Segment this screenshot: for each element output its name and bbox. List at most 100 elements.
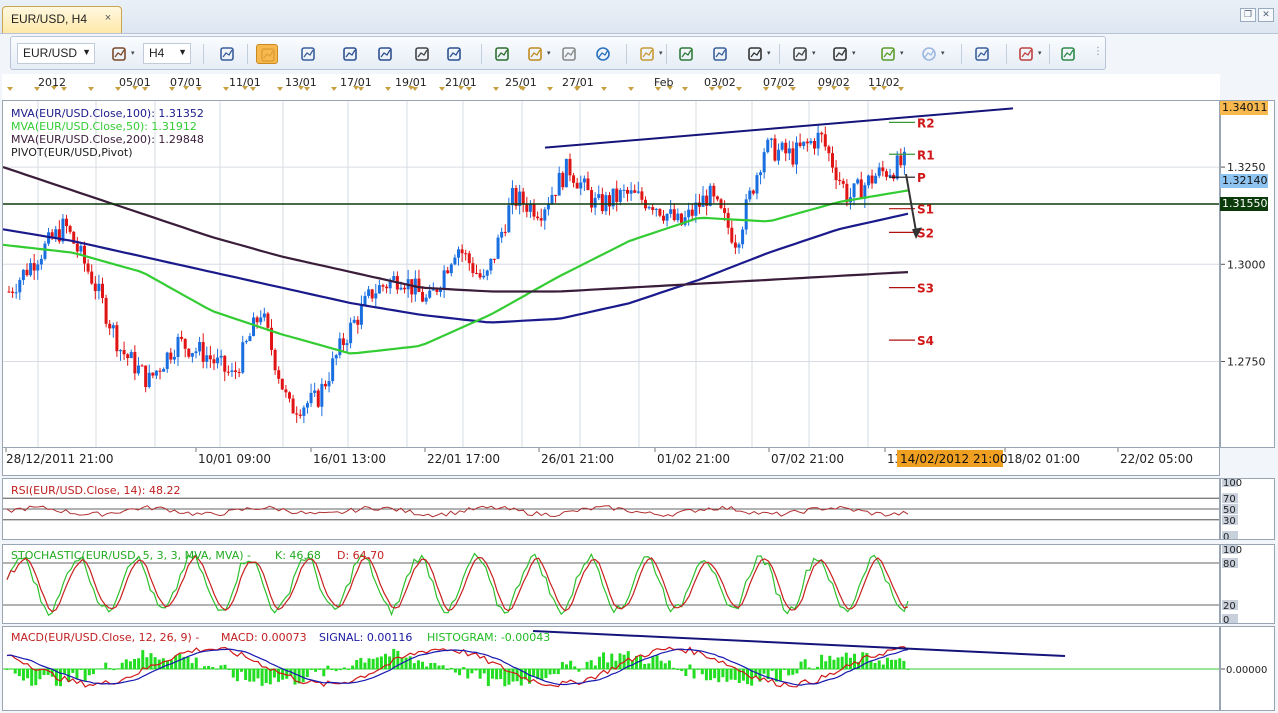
macd-histogram-bar [71,669,75,673]
candle-body [521,191,525,205]
candle-body [305,403,309,408]
dropdown-arrow-icon[interactable]: ▾ [767,49,771,57]
macd-histogram-bar [762,669,766,674]
restore-icon[interactable]: ❐ [1240,8,1256,22]
candle-body [21,269,25,281]
top-axis-marker [169,87,175,91]
macd-histogram-bar [486,669,490,687]
candle-body [503,231,507,233]
macd-histogram-bar [260,669,264,686]
candle-body [201,342,205,362]
toolbar-separator [203,44,204,64]
candle-body [895,155,899,179]
macd-histogram-bar [26,669,30,679]
dropdown-arrow-icon[interactable]: ▾ [1038,49,1042,57]
trend-tools-icon[interactable] [744,44,766,64]
macd-histogram-bar [618,653,622,669]
price-pane[interactable]: R2 R1 P S1 S2 S3 S4 MVA(EUR/USD.Close,100): 1.3… [2,100,1220,448]
ohlc-icon[interactable] [297,44,319,64]
fib-fan-icon[interactable] [829,44,851,64]
top-axis-marker [412,87,418,91]
macd-histogram-bar [137,658,141,669]
crosshair-icon[interactable] [411,44,433,64]
close-tab-icon[interactable]: × [101,11,115,25]
candle-body [525,204,529,212]
dropdown-arrow-icon[interactable]: ▾ [941,49,945,57]
candle-body [295,413,299,415]
dropdown-arrow-icon[interactable]: ▾ [812,49,816,57]
macd-histogram-bar [305,669,309,677]
text-icon[interactable] [971,44,993,64]
rsi-axis-label: 30 [1223,516,1236,527]
timeframe-select[interactable]: H4 ▼ [143,43,191,64]
candle-body [870,175,874,184]
candle-body [25,269,29,276]
dropdown-arrow-icon[interactable]: ▾ [131,49,135,57]
eraser-icon[interactable] [1015,44,1037,64]
macd-histogram-bar [194,657,198,669]
macd-histogram-bar [820,654,824,669]
price-axis[interactable]: 1.3250 1.3000 1.2750 [1220,100,1275,448]
stochastic-pane[interactable]: STOCHASTIC(EUR/USD, 5, 3, 3, MVA, MVA) -… [2,544,1220,624]
macd-histogram-bar [639,655,643,669]
image-icon[interactable] [675,44,697,64]
dropdown-arrow-icon[interactable]: ▾ [547,49,551,57]
candles-icon[interactable] [256,44,278,64]
ruler-icon[interactable] [636,44,658,64]
toolbar-separator [1006,44,1007,64]
macd-histogram-bar [873,662,877,669]
candle-body [79,245,83,252]
macd-histogram-label: HISTOGRAM: -0.00043 [427,631,550,644]
crosshair-time-tag: 14/02/2012 21:00 [900,452,1008,466]
zoom-area-icon[interactable] [443,44,465,64]
candle-body [748,190,752,200]
indicator-icon[interactable] [491,44,513,64]
globe-icon[interactable] [592,44,614,64]
dropdown-arrow-icon[interactable]: ▾ [852,49,856,57]
macd-histogram-bar [404,657,408,669]
macd-value-label: MACD: 0.00073 [221,631,307,644]
candle-body [615,188,619,202]
candle-body [665,213,669,221]
symbol-tools-icon[interactable] [108,44,130,64]
macd-pane[interactable]: MACD(EUR/USD.Close, 12, 26, 9) - MACD: 0.… [2,626,1220,711]
rsi-axis-label: 0 [1223,532,1229,539]
dropdown-arrow-icon[interactable]: ▾ [900,49,904,57]
edit-icon[interactable] [524,44,546,64]
toolbar-grip-icon[interactable]: ⋮ [1093,46,1103,60]
macd-histogram-bar [577,669,581,672]
top-axis-marker [223,87,229,91]
zoom-out-icon[interactable] [374,44,396,64]
hierarchy-icon[interactable] [1057,44,1079,64]
symbol-select[interactable]: EUR/USD ▼ [17,43,95,64]
candle-body [874,175,878,184]
lines-icon[interactable] [789,44,811,64]
ellipse-icon[interactable] [918,44,940,64]
refresh-icon[interactable] [558,44,580,64]
chart-tab[interactable]: EUR/USD, H4 × [2,6,122,33]
candle-body [428,290,432,298]
macd-histogram-bar [532,669,536,676]
candle-body [496,237,500,259]
top-axis-marker [709,87,715,91]
template-icon[interactable] [709,44,731,64]
dropdown-arrow-icon[interactable]: ▾ [659,49,663,57]
candle-body [661,215,665,221]
chart-type-icon[interactable] [216,44,238,64]
macd-histogram-bar [902,660,906,669]
candle-body [629,190,633,194]
macd-histogram-bar [470,669,474,674]
close-window-icon[interactable]: ✕ [1258,8,1274,22]
macd-histogram-bar [83,669,87,682]
rsi-pane[interactable]: RSI(EUR/USD.Close, 14): 48.22 [2,478,1220,540]
macd-histogram-bar [355,660,359,669]
candle-body [194,351,198,354]
line-icon[interactable] [877,44,899,64]
candle-body [234,370,238,372]
candle-body [129,352,133,359]
candle-body [338,338,342,356]
candle-body [165,352,169,369]
macd-histogram-bar [807,667,811,669]
zoom-in-icon[interactable] [339,44,361,64]
candle-body [323,383,327,387]
